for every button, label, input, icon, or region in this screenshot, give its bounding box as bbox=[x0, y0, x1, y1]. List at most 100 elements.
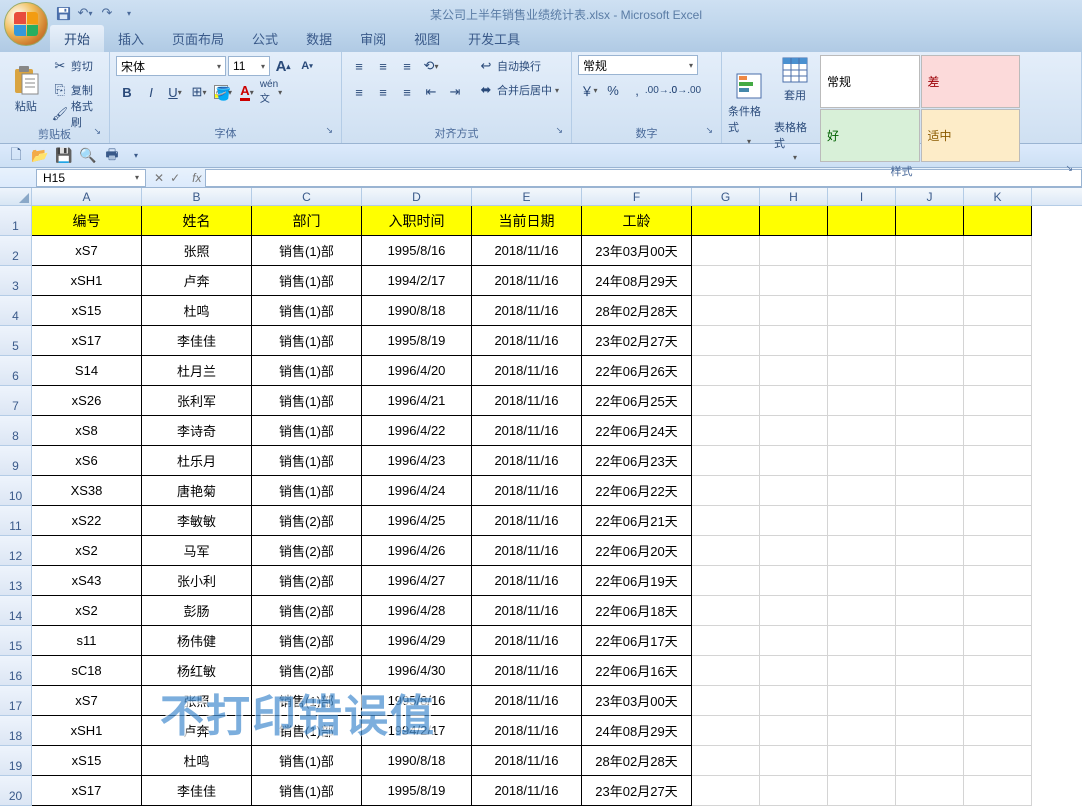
row-header[interactable]: 12 bbox=[0, 536, 32, 566]
row-header[interactable]: 10 bbox=[0, 476, 32, 506]
align-middle-button[interactable]: ≡ bbox=[372, 55, 394, 77]
decrease-decimal-button[interactable]: .0→.00 bbox=[674, 79, 696, 101]
tab-review[interactable]: 审阅 bbox=[346, 25, 400, 52]
cell[interactable]: xS15 bbox=[32, 746, 142, 776]
cell[interactable]: xS7 bbox=[32, 236, 142, 266]
align-center-button[interactable]: ≡ bbox=[372, 81, 394, 103]
row-header[interactable]: 5 bbox=[0, 326, 32, 356]
shrink-font-button[interactable]: A▾ bbox=[296, 55, 318, 77]
row-header[interactable]: 3 bbox=[0, 266, 32, 296]
cell[interactable]: xSH1 bbox=[32, 716, 142, 746]
cell[interactable]: 28年02月28天 bbox=[582, 296, 692, 326]
row-header[interactable]: 19 bbox=[0, 746, 32, 776]
cell[interactable]: 2018/11/16 bbox=[472, 626, 582, 656]
cell[interactable]: 李佳佳 bbox=[142, 776, 252, 806]
col-header-h[interactable]: H bbox=[760, 188, 828, 205]
quickprint-icon[interactable]: 🖶 bbox=[102, 146, 122, 166]
cell[interactable]: 杜月兰 bbox=[142, 356, 252, 386]
header-cell[interactable]: 部门 bbox=[252, 206, 362, 236]
col-header-b[interactable]: B bbox=[142, 188, 252, 205]
cell[interactable]: 张照 bbox=[142, 686, 252, 716]
cell[interactable]: 2018/11/16 bbox=[472, 446, 582, 476]
print-preview-icon[interactable]: 🔍 bbox=[78, 146, 98, 166]
cell[interactable]: 销售(1)部 bbox=[252, 476, 362, 506]
cell[interactable]: xS7 bbox=[32, 686, 142, 716]
cell[interactable]: 张利军 bbox=[142, 386, 252, 416]
orientation-button[interactable]: ⟲▾ bbox=[420, 55, 442, 77]
cell[interactable]: 销售(2)部 bbox=[252, 506, 362, 536]
cell[interactable]: 1996/4/26 bbox=[362, 536, 472, 566]
cell[interactable]: 2018/11/16 bbox=[472, 536, 582, 566]
row-header[interactable]: 15 bbox=[0, 626, 32, 656]
format-as-table-button[interactable]: 套用表格格式▾ bbox=[774, 55, 816, 162]
cell[interactable]: 销售(2)部 bbox=[252, 656, 362, 686]
col-header-i[interactable]: I bbox=[828, 188, 896, 205]
cell[interactable]: 2018/11/16 bbox=[472, 356, 582, 386]
office-button[interactable] bbox=[4, 2, 48, 46]
cell[interactable]: 销售(2)部 bbox=[252, 626, 362, 656]
undo-icon[interactable]: ↶▾ bbox=[76, 4, 94, 22]
tab-data[interactable]: 数据 bbox=[292, 25, 346, 52]
cell[interactable]: 销售(1)部 bbox=[252, 716, 362, 746]
cell[interactable]: 2018/11/16 bbox=[472, 416, 582, 446]
header-cell[interactable]: 入职时间 bbox=[362, 206, 472, 236]
cell[interactable]: 张小利 bbox=[142, 566, 252, 596]
tab-insert[interactable]: 插入 bbox=[104, 25, 158, 52]
row-header[interactable]: 8 bbox=[0, 416, 32, 446]
tab-developer[interactable]: 开发工具 bbox=[454, 25, 534, 52]
cell[interactable]: 23年02月27天 bbox=[582, 326, 692, 356]
open-icon[interactable]: 📂 bbox=[30, 146, 50, 166]
fx-icon[interactable]: fx bbox=[188, 171, 205, 185]
bold-button[interactable]: B bbox=[116, 81, 138, 103]
cell[interactable]: 1996/4/24 bbox=[362, 476, 472, 506]
font-name-combo[interactable]: 宋体▾ bbox=[116, 56, 226, 76]
new-icon[interactable]: 🗋 bbox=[6, 146, 26, 166]
style-neutral[interactable]: 适中 bbox=[921, 109, 1021, 162]
col-header-g[interactable]: G bbox=[692, 188, 760, 205]
col-header-a[interactable]: A bbox=[32, 188, 142, 205]
cell[interactable]: 1996/4/22 bbox=[362, 416, 472, 446]
cell[interactable]: 2018/11/16 bbox=[472, 686, 582, 716]
cell[interactable]: 杨红敏 bbox=[142, 656, 252, 686]
col-header-f[interactable]: F bbox=[582, 188, 692, 205]
cell[interactable]: 22年06月16天 bbox=[582, 656, 692, 686]
merge-center-button[interactable]: ⬌合并后居中▾ bbox=[476, 79, 561, 101]
cell[interactable]: 彭肠 bbox=[142, 596, 252, 626]
indent-decrease-button[interactable]: ⇤ bbox=[420, 81, 442, 103]
cell[interactable]: 1994/2/17 bbox=[362, 266, 472, 296]
row-header[interactable]: 11 bbox=[0, 506, 32, 536]
cell[interactable]: 1990/8/18 bbox=[362, 296, 472, 326]
cell[interactable]: 1996/4/28 bbox=[362, 596, 472, 626]
row-header[interactable]: 4 bbox=[0, 296, 32, 326]
cell[interactable]: 22年06月21天 bbox=[582, 506, 692, 536]
cut-button[interactable]: ✂剪切 bbox=[50, 55, 103, 77]
style-good[interactable]: 好 bbox=[820, 109, 920, 162]
cell[interactable]: 2018/11/16 bbox=[472, 236, 582, 266]
save-icon-2[interactable]: 💾 bbox=[54, 146, 74, 166]
cell[interactable]: 销售(2)部 bbox=[252, 566, 362, 596]
cell[interactable]: 22年06月22天 bbox=[582, 476, 692, 506]
cell[interactable]: 销售(1)部 bbox=[252, 686, 362, 716]
cell[interactable]: 22年06月25天 bbox=[582, 386, 692, 416]
row-header[interactable]: 9 bbox=[0, 446, 32, 476]
cell[interactable]: 1995/8/16 bbox=[362, 686, 472, 716]
cell[interactable]: S14 bbox=[32, 356, 142, 386]
cell[interactable]: 唐艳菊 bbox=[142, 476, 252, 506]
save-icon[interactable] bbox=[54, 4, 72, 22]
align-right-button[interactable]: ≡ bbox=[396, 81, 418, 103]
cell[interactable]: s11 bbox=[32, 626, 142, 656]
cell[interactable]: 1996/4/21 bbox=[362, 386, 472, 416]
row-header[interactable]: 20 bbox=[0, 776, 32, 806]
cell[interactable]: 李佳佳 bbox=[142, 326, 252, 356]
row-header[interactable]: 13 bbox=[0, 566, 32, 596]
align-left-button[interactable]: ≡ bbox=[348, 81, 370, 103]
header-cell[interactable]: 当前日期 bbox=[472, 206, 582, 236]
cell[interactable]: 2018/11/16 bbox=[472, 326, 582, 356]
cell[interactable]: 28年02月28天 bbox=[582, 746, 692, 776]
cell[interactable]: 销售(1)部 bbox=[252, 236, 362, 266]
fill-color-button[interactable]: 🪣▾ bbox=[212, 81, 234, 103]
row-header[interactable]: 6 bbox=[0, 356, 32, 386]
cell[interactable]: 23年03月00天 bbox=[582, 686, 692, 716]
enter-formula-icon[interactable]: ✓ bbox=[170, 171, 180, 185]
cell[interactable]: xS2 bbox=[32, 596, 142, 626]
